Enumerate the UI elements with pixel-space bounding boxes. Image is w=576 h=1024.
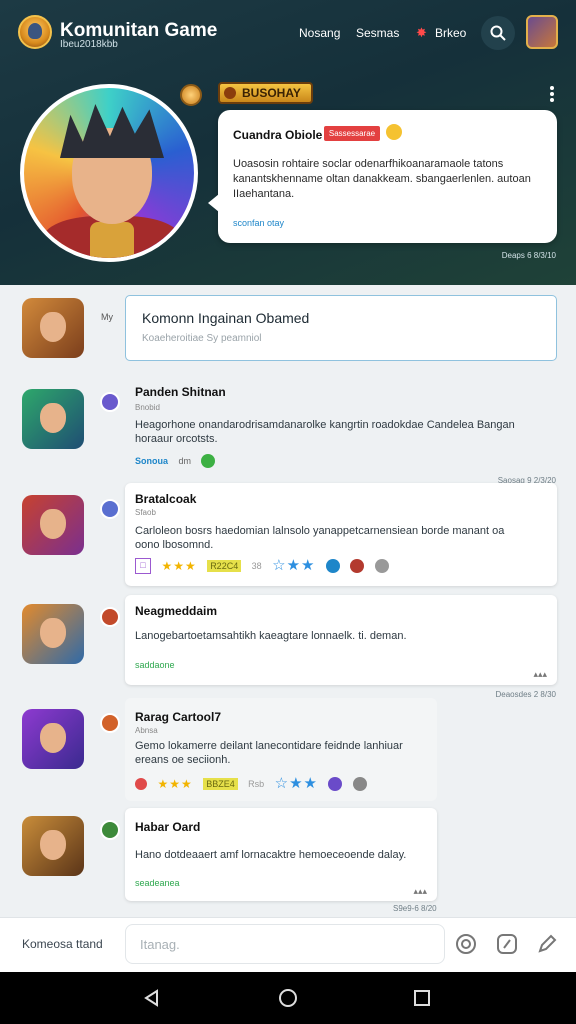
post-avatar[interactable] xyxy=(22,709,84,769)
pen-icon[interactable] xyxy=(536,933,558,955)
post-card[interactable]: Neagmeddaim Lanogebartoetamsahtikh kaeag… xyxy=(125,595,557,685)
post-reaction-row: □ ★★★ R22C4 38 ☆★★ xyxy=(135,557,395,575)
post-body: Lanogebartoetamsahtikh kaeagtare lonnael… xyxy=(135,630,407,642)
shield-icon[interactable] xyxy=(325,558,340,573)
user-badge-icon xyxy=(100,499,120,519)
compose-title: Komonn Ingainan Obamed xyxy=(142,310,310,326)
post-avatar[interactable] xyxy=(22,389,84,449)
compose-label: My xyxy=(101,312,113,322)
blue-stars: ☆★★ xyxy=(274,774,318,792)
comment-bar: Komeosa ttand xyxy=(0,917,576,972)
search-icon xyxy=(490,25,506,41)
post-author-sub: Abnsa xyxy=(135,726,158,735)
featured-post-bubble[interactable]: Cuandra Obiole Sassessarae Uoasosin roht… xyxy=(208,110,557,243)
post-card[interactable]: Habar Oard Hano dotdeaaert amf lornacakt… xyxy=(125,808,437,901)
signal-icon: ▴▴▴ xyxy=(533,669,547,679)
rank-badge: BUSOHAY xyxy=(218,82,313,104)
level-badge: BBZE4 xyxy=(203,777,238,790)
post-author[interactable]: Rarag Cartool7 xyxy=(135,710,221,724)
post-avatar[interactable] xyxy=(22,816,84,876)
user-badge-icon xyxy=(100,607,120,627)
featured-hero-avatar[interactable] xyxy=(20,84,198,262)
post-card[interactable]: Rarag Cartool7 Abnsa Gemo lokamerre deil… xyxy=(125,698,437,801)
app-subtitle: Ibeu2018kbb xyxy=(60,39,118,50)
post-link[interactable]: saddaone xyxy=(135,660,175,670)
home-icon[interactable] xyxy=(278,988,298,1008)
community-header: Komunitan Game Ibeu2018kbb Nosang Sesmas… xyxy=(0,0,576,285)
user-badge-icon xyxy=(100,713,120,733)
post-author[interactable]: Neagmeddaim xyxy=(135,604,217,618)
post-avatar[interactable] xyxy=(22,495,84,555)
system-navigation-bar xyxy=(0,972,576,1024)
app-logo[interactable] xyxy=(18,15,52,49)
post-card[interactable]: Panden Shitnan Bnobid Heagorhone onandar… xyxy=(125,373,557,473)
post-author[interactable]: Panden Shitnan xyxy=(135,385,226,399)
comment-input[interactable] xyxy=(125,924,445,964)
flame-icon[interactable] xyxy=(350,558,365,573)
user-badge-icon xyxy=(100,392,120,412)
rating-stars: ★★★ xyxy=(161,558,197,573)
heart-icon[interactable] xyxy=(135,777,147,790)
post-reaction-row: ★★★ BBZE4 Rsb ☆★★ xyxy=(135,775,373,793)
post-card[interactable]: Bratalcoak Sfaob Carloleon bosrs haedomi… xyxy=(125,483,557,586)
more-options-icon[interactable] xyxy=(550,86,554,104)
level-value: Rsb xyxy=(248,778,265,789)
featured-author-tag: Sassessarae xyxy=(324,126,380,141)
post-link[interactable]: seadeanea xyxy=(135,878,180,888)
post-author[interactable]: Habar Oard xyxy=(135,820,200,834)
featured-timestamp: Deaps 6 8/3/10 xyxy=(501,251,556,260)
featured-post-text: Uoasosin rohtaire soclar odenarfhikoanar… xyxy=(233,158,531,200)
top-bar: Komunitan Game Ibeu2018kbb Nosang Sesmas… xyxy=(0,0,576,64)
post-body: Gemo lokamerre deilant lanecontidare fei… xyxy=(135,740,403,766)
blue-stars: ☆★★ xyxy=(272,556,316,574)
tag-icon: □ xyxy=(135,557,151,574)
camera-icon[interactable] xyxy=(455,933,477,955)
nav-item-brkeo[interactable]: Brkeo xyxy=(435,26,466,40)
coin-icon xyxy=(180,84,202,106)
sticker-icon[interactable] xyxy=(496,933,518,955)
rating-stars: ★★★ xyxy=(157,776,193,791)
post-body: Hano dotdeaaert amf lornacaktre hemoeceo… xyxy=(135,849,407,861)
user-badge-icon xyxy=(100,820,120,840)
post-timestamp: Deaosdes 2 8/30 xyxy=(495,690,557,699)
post-body: Heagorhone onandarodrisamdanarolke kangr… xyxy=(135,419,515,445)
back-icon[interactable] xyxy=(142,988,162,1008)
comment-label: Komeosa ttand xyxy=(22,937,103,951)
post-avatar[interactable] xyxy=(22,604,84,664)
nav-item-nosang[interactable]: Nosang xyxy=(299,26,340,40)
compose-subtitle: Koaeheroitiae Sy peamniol xyxy=(142,333,262,344)
level-badge: R22C4 xyxy=(207,559,242,572)
my-avatar[interactable] xyxy=(22,298,84,358)
level-value: 38 xyxy=(251,560,262,571)
user-avatar[interactable] xyxy=(526,15,558,49)
settings-icon[interactable] xyxy=(374,558,389,573)
search-button[interactable] xyxy=(481,16,515,50)
post-author-sub: Bnobid xyxy=(135,403,160,412)
featured-post-link[interactable]: sconfan otay xyxy=(233,218,284,228)
nav-item-sesmas[interactable]: Sesmas xyxy=(356,26,399,40)
emoji-icon xyxy=(386,124,402,140)
post-author-sub: Sfaob xyxy=(135,508,156,517)
post-author[interactable]: Bratalcoak xyxy=(135,492,196,506)
post-meta: dm xyxy=(178,455,191,466)
post-timestamp: S9e9-6 8/20 xyxy=(393,904,437,913)
fire-icon: ✸ xyxy=(416,25,427,40)
online-icon xyxy=(201,453,216,468)
post-tag-link[interactable]: Sonoua xyxy=(135,455,168,467)
recents-icon[interactable] xyxy=(412,988,432,1008)
compose-input[interactable]: Komonn Ingainan Obamed Koaeheroitiae Sy … xyxy=(125,295,557,361)
signal-icon: ▴▴▴ xyxy=(413,886,427,896)
featured-author-name[interactable]: Cuandra Obiole xyxy=(233,128,322,142)
info-icon[interactable] xyxy=(328,776,343,791)
post-meta-row: Sonoua dm xyxy=(135,452,221,470)
post-body: Carloleon bosrs haedomian lalnsolo yanap… xyxy=(135,525,505,551)
settings-icon[interactable] xyxy=(352,776,367,791)
